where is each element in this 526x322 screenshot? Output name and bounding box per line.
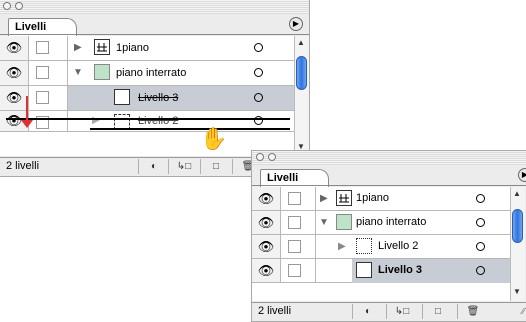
scroll-down-arrow[interactable]: ▼ <box>513 287 521 296</box>
triangle-right-icon[interactable]: ▶ <box>92 115 100 126</box>
layer-count: 2 livelli <box>258 305 292 317</box>
triangle-right-icon[interactable]: ▶ <box>74 42 82 53</box>
tab-underline <box>0 34 309 35</box>
layer-target-circle[interactable] <box>254 68 263 77</box>
layer-thumbnail <box>114 89 130 105</box>
drag-insert-line-inner <box>90 128 290 130</box>
link-cell[interactable] <box>29 86 68 110</box>
close-button[interactable] <box>256 153 264 161</box>
layer-name: Livello 2 <box>378 240 419 252</box>
layers-list: 👁 ▶ 1piano 👁 ▼ piano interrato <box>0 36 294 156</box>
panel-tabbar: Livelli ▶ <box>252 165 526 187</box>
eye-icon[interactable]: 👁 <box>0 86 29 110</box>
minimize-button[interactable] <box>268 153 276 161</box>
layer-thumbnail <box>336 190 352 206</box>
layer-name: 1piano <box>356 192 390 204</box>
layer-row-piano-interrato[interactable]: 👁 ▼ piano interrato <box>0 61 294 86</box>
layer-name: 1piano <box>116 42 150 54</box>
link-cell[interactable] <box>29 111 68 131</box>
triangle-down-icon[interactable]: ▼ <box>73 67 83 78</box>
new-layer-button[interactable]: □ <box>200 159 231 174</box>
drag-arrow-head <box>21 120 33 128</box>
scrollbar[interactable]: ▲ ▼ <box>294 36 309 156</box>
layer-target-circle[interactable] <box>254 43 263 52</box>
layer-thumbnail <box>356 238 372 254</box>
link-checkbox[interactable] <box>288 264 301 277</box>
new-group-button[interactable]: ↳□ <box>386 304 417 319</box>
link-cell[interactable] <box>281 211 316 234</box>
eye-icon[interactable]: 👁 <box>252 211 281 234</box>
layer-target-circle[interactable] <box>254 93 263 102</box>
new-layer-button[interactable]: □ <box>422 304 453 319</box>
layer-name: piano interrato <box>356 216 427 228</box>
layer-row-piano-interrato[interactable]: 👁 ▼ piano interrato <box>252 211 510 235</box>
link-checkbox[interactable] <box>36 41 49 54</box>
scrollbar[interactable]: ▲ ▼ <box>510 187 525 301</box>
link-checkbox[interactable] <box>288 216 301 229</box>
close-button[interactable] <box>3 2 11 10</box>
layers-panel-front: Livelli ▶ 👁 ▶ 1piano 👁 ▼ piano <box>251 150 526 322</box>
link-checkbox[interactable] <box>36 66 49 79</box>
panel-menu-icon[interactable]: ▶ <box>518 168 526 182</box>
panel-menu-icon[interactable]: ▶ <box>289 17 303 31</box>
layers-list: 👁 ▶ 1piano 👁 ▼ piano interrato <box>252 187 510 301</box>
scroll-up-arrow[interactable]: ▲ <box>513 189 521 198</box>
eye-icon[interactable]: 👁 <box>0 36 29 60</box>
panel-statusbar: 2 livelli ◐ ↳□ □ 🗑 ∕∕ <box>252 302 526 321</box>
layer-row-1piano[interactable]: 👁 ▶ 1piano <box>0 36 294 61</box>
layer-name: piano interrato <box>116 67 187 79</box>
link-checkbox[interactable] <box>36 91 49 104</box>
eye-icon[interactable]: 👁 <box>252 235 281 258</box>
layer-row-livello-3[interactable]: 👁 Livello 3 <box>0 86 294 111</box>
eye-icon[interactable]: 👁 <box>252 187 281 210</box>
scroll-thumb[interactable] <box>512 209 523 243</box>
triangle-down-icon[interactable]: ▼ <box>319 217 329 228</box>
eye-icon[interactable]: 👁 <box>0 61 29 85</box>
link-cell[interactable] <box>281 187 316 210</box>
layer-row-livello-2[interactable]: 👁 ▶ Livello 2 <box>252 235 510 259</box>
triangle-right-icon[interactable]: ▶ <box>320 193 328 204</box>
link-cell[interactable] <box>281 259 316 282</box>
layer-row-1piano[interactable]: 👁 ▶ 1piano <box>252 187 510 211</box>
layer-selected-area: Livello 3 <box>352 259 510 283</box>
new-group-button[interactable]: ↳□ <box>168 159 199 174</box>
panel-titlebar[interactable] <box>0 0 309 14</box>
layer-target-circle[interactable] <box>476 218 485 227</box>
resize-grip-icon[interactable]: ∕∕ <box>522 306 525 316</box>
layer-selected-area: Livello 3 <box>68 86 294 110</box>
triangle-right-icon[interactable]: ▶ <box>338 241 346 252</box>
eye-icon[interactable]: 👁 <box>252 259 281 282</box>
drag-insert-line <box>6 118 290 120</box>
link-checkbox[interactable] <box>288 240 301 253</box>
link-checkbox[interactable] <box>288 192 301 205</box>
scroll-thumb[interactable] <box>296 56 307 90</box>
link-cell[interactable] <box>29 36 68 60</box>
layer-thumbnail <box>94 39 110 55</box>
panel-tabbar: Livelli ▶ <box>0 14 309 36</box>
layer-target-circle[interactable] <box>476 266 485 275</box>
link-cell[interactable] <box>281 235 316 258</box>
scroll-up-arrow[interactable]: ▲ <box>297 38 305 47</box>
add-effect-button[interactable]: ◐ <box>352 304 383 319</box>
layer-target-circle[interactable] <box>476 242 485 251</box>
trash-icon[interactable]: 🗑 <box>457 304 488 319</box>
layer-name: Livello 3 <box>138 92 179 104</box>
layer-target-circle[interactable] <box>476 194 485 203</box>
layer-thumbnail <box>336 214 352 230</box>
layer-count: 2 livelli <box>6 160 40 172</box>
minimize-button[interactable] <box>15 2 23 10</box>
panel-titlebar[interactable] <box>252 151 526 165</box>
layer-name: Livello 3 <box>378 264 423 276</box>
grab-hand-icon: ✋ <box>200 126 228 151</box>
tab-underline <box>252 185 526 186</box>
layer-row-livello-3[interactable]: 👁 Livello 3 <box>252 259 510 283</box>
layer-thumbnail <box>356 262 372 278</box>
link-cell[interactable] <box>29 61 68 85</box>
layer-thumbnail <box>94 64 110 80</box>
add-effect-button[interactable]: ◐ <box>138 159 169 174</box>
